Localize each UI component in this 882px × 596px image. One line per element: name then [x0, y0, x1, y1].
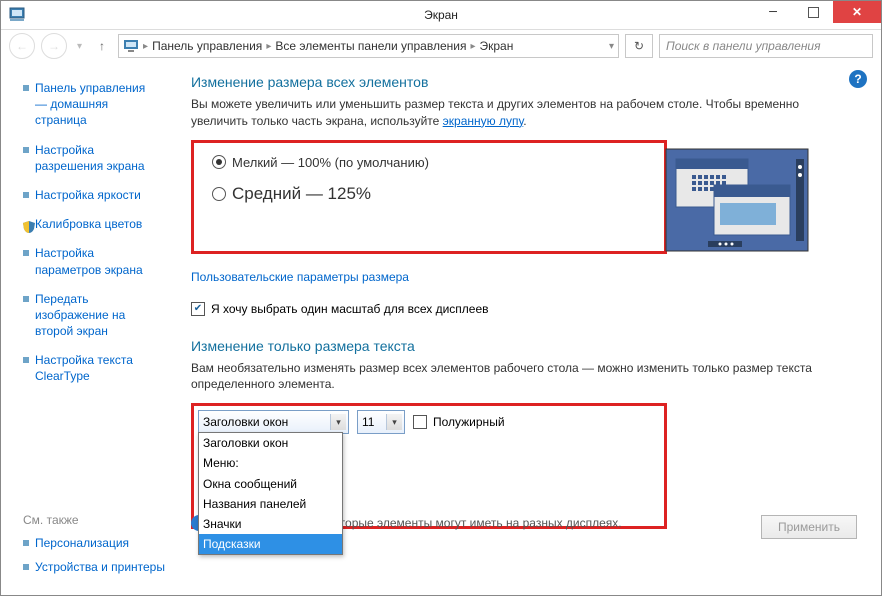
dropdown-item[interactable]: Значки	[199, 514, 342, 534]
navbar: ← → ▾ ↑ ▸ Панель управления▸ Все элемент…	[1, 30, 881, 62]
window-icon	[9, 7, 25, 23]
sidebar-link: Калибровка цветов	[35, 216, 142, 232]
monitor-icon	[123, 39, 139, 53]
para-text-only: Вам необязательно изменять размер всех э…	[191, 360, 857, 394]
chevron-down-icon: ▾	[386, 414, 402, 430]
checkbox-bold[interactable]: Полужирный	[413, 415, 505, 429]
sidebar-item-display[interactable]: Настройка параметров экрана	[23, 245, 151, 277]
preview-image	[662, 145, 812, 255]
magnifier-link[interactable]: экранную лупу	[443, 114, 524, 128]
element-dropdown: Заголовки окон Меню: Окна сообщений Назв…	[198, 432, 343, 555]
sidebar-link: Настройка текста ClearType	[35, 352, 151, 384]
breadcrumb-seg[interactable]: Все элементы панели управления	[275, 39, 466, 53]
sidebar-item-calibrate[interactable]: Калибровка цветов	[23, 216, 151, 232]
select-value: Заголовки окон	[203, 415, 288, 429]
checkbox-label: Полужирный	[433, 415, 505, 429]
radio-medium[interactable]: Средний — 125%	[212, 184, 429, 204]
sidebar: Панель управления — домашняя страница На…	[1, 62, 161, 595]
sidebar-link: Передать изображение на второй экран	[35, 291, 151, 340]
history-dropdown[interactable]: ▾	[73, 41, 86, 52]
chevron-down-icon: ▾	[330, 414, 346, 430]
radio-label: Средний — 125%	[232, 184, 371, 204]
window-title: Экран	[424, 8, 458, 22]
close-button[interactable]	[833, 1, 881, 23]
help-icon[interactable]: ?	[849, 70, 867, 88]
checkbox-icon	[191, 302, 205, 316]
refresh-button[interactable]: ↻	[625, 34, 653, 58]
dropdown-item[interactable]: Заголовки окон	[199, 433, 342, 453]
apply-button[interactable]: Применить	[761, 515, 857, 539]
maximize-button[interactable]	[793, 1, 833, 23]
sidebar-item-brightness[interactable]: Настройка яркости	[23, 187, 151, 203]
sidebar-link: Панель управления — домашняя страница	[35, 80, 151, 129]
highlight-box-scale: Мелкий — 100% (по умолчанию) Средний — 1…	[191, 140, 667, 254]
sidebar-link: Настройка разрешения экрана	[35, 142, 151, 174]
up-button[interactable]: ↑	[92, 39, 112, 53]
see-also-devices[interactable]: Устройства и принтеры	[23, 559, 165, 575]
custom-size-link[interactable]: Пользовательские параметры размера	[191, 270, 409, 284]
radio-label: Мелкий — 100% (по умолчанию)	[232, 155, 429, 170]
checkbox-label: Я хочу выбрать один масштаб для всех дис…	[211, 302, 489, 316]
sidebar-link: Устройства и принтеры	[35, 559, 165, 575]
sidebar-item-resolution[interactable]: Настройка разрешения экрана	[23, 142, 151, 174]
titlebar: Экран	[1, 1, 881, 30]
breadcrumb[interactable]: ▸ Панель управления▸ Все элементы панели…	[118, 34, 619, 58]
see-also-heading: См. также	[23, 513, 165, 527]
dropdown-item[interactable]: Окна сообщений	[199, 474, 342, 494]
see-also: См. также Персонализация Устройства и пр…	[23, 513, 165, 583]
shield-icon	[23, 221, 29, 227]
main-content: ? Изменение размера всех элементов Вы мо…	[161, 62, 881, 595]
dropdown-item[interactable]: Подсказки	[199, 534, 342, 554]
dropdown-item[interactable]: Названия панелей	[199, 494, 342, 514]
sidebar-item-home[interactable]: Панель управления — домашняя страница	[23, 80, 151, 129]
heading-text-only: Изменение только размера текста	[191, 338, 857, 354]
sidebar-link: Настройка яркости	[35, 187, 141, 203]
radio-small[interactable]: Мелкий — 100% (по умолчанию)	[212, 155, 429, 170]
para-resize-all: Вы можете увеличить или уменьшить размер…	[191, 96, 857, 130]
sidebar-link: Настройка параметров экрана	[35, 245, 151, 277]
search-input[interactable]: Поиск в панели управления	[659, 34, 873, 58]
radio-icon	[212, 187, 226, 201]
checkbox-one-scale[interactable]: Я хочу выбрать один масштаб для всех дис…	[191, 302, 857, 316]
size-select[interactable]: 11 ▾	[357, 410, 405, 434]
dropdown-item[interactable]: Меню:	[199, 453, 342, 473]
radio-icon	[212, 155, 226, 169]
breadcrumb-seg[interactable]: Экран	[480, 39, 514, 53]
back-button[interactable]: ←	[9, 33, 35, 59]
highlight-box-text: Заголовки окон ▾ Заголовки окон Меню: Ок…	[191, 403, 667, 529]
element-select[interactable]: Заголовки окон ▾	[198, 410, 349, 434]
sidebar-link: Персонализация	[35, 535, 129, 551]
see-also-personalization[interactable]: Персонализация	[23, 535, 165, 551]
select-value: 11	[362, 415, 374, 429]
heading-resize-all: Изменение размера всех элементов	[191, 74, 857, 90]
checkbox-icon	[413, 415, 427, 429]
minimize-button[interactable]	[753, 1, 793, 23]
sidebar-item-project[interactable]: Передать изображение на второй экран	[23, 291, 151, 340]
breadcrumb-seg[interactable]: Панель управления	[152, 39, 262, 53]
forward-button[interactable]: →	[41, 33, 67, 59]
sidebar-item-cleartype[interactable]: Настройка текста ClearType	[23, 352, 151, 384]
